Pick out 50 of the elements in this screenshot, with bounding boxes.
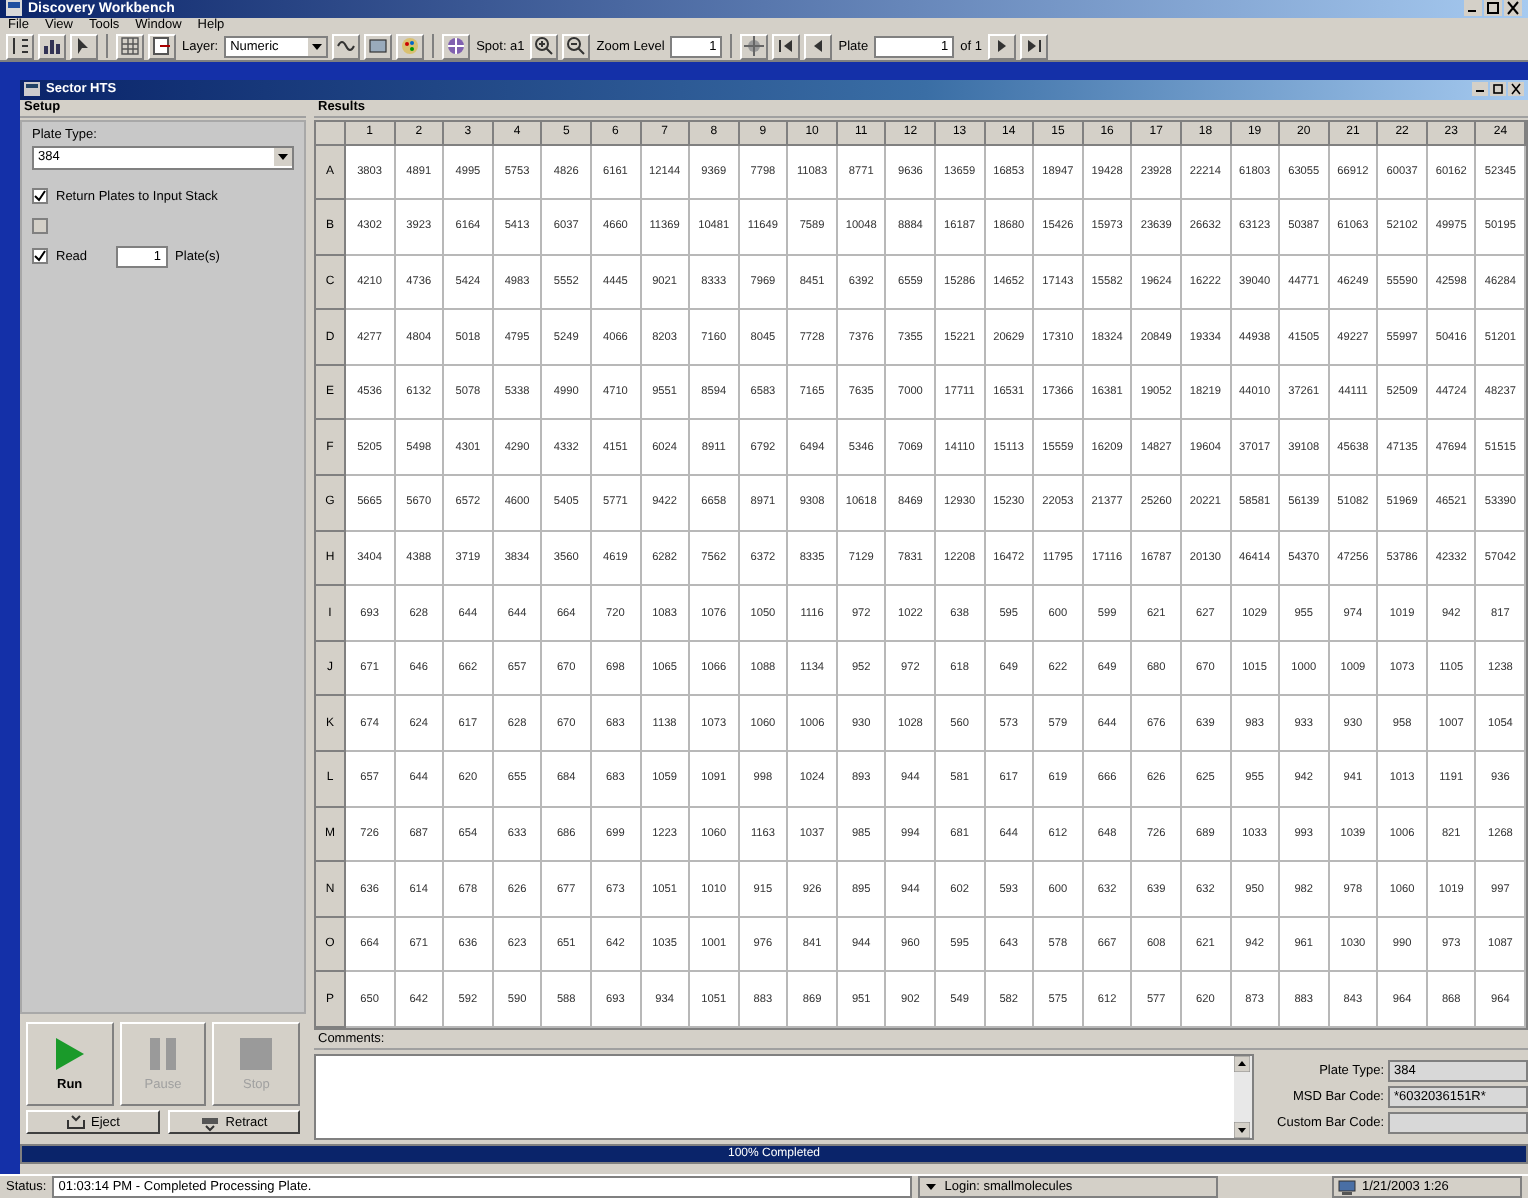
wave-icon bbox=[336, 36, 357, 56]
tray-icon bbox=[65, 1113, 86, 1131]
readonly-field[interactable] bbox=[1388, 1112, 1528, 1134]
play-icon bbox=[51, 1036, 88, 1072]
window-icon bbox=[24, 82, 40, 96]
zoom-out-button[interactable] bbox=[562, 33, 591, 59]
crosshair-button[interactable] bbox=[740, 33, 769, 59]
stop-icon bbox=[238, 1036, 275, 1072]
zoom-out-icon bbox=[566, 36, 587, 56]
first-page-button[interactable] bbox=[772, 33, 801, 59]
minimize-icon[interactable] bbox=[1464, 0, 1482, 17]
wave-button[interactable] bbox=[332, 33, 361, 59]
minimize-icon[interactable] bbox=[1472, 82, 1488, 96]
scrollbar[interactable] bbox=[1234, 1056, 1252, 1138]
scroll-up-icon bbox=[1234, 1056, 1250, 1072]
checkbox[interactable] bbox=[32, 248, 48, 264]
restore-icon[interactable] bbox=[1490, 82, 1506, 96]
grid-icon bbox=[120, 36, 140, 56]
zoom-in-button[interactable] bbox=[530, 33, 559, 59]
grid-button[interactable] bbox=[116, 33, 144, 59]
last-page-button[interactable] bbox=[1019, 33, 1048, 59]
palette-icon bbox=[400, 36, 421, 56]
check-icon bbox=[34, 190, 46, 202]
maximize-icon[interactable] bbox=[1484, 0, 1502, 17]
target-icon bbox=[446, 36, 467, 56]
last-page-icon bbox=[1023, 36, 1044, 56]
scroll-down-icon bbox=[1234, 1122, 1250, 1138]
comments-field[interactable] bbox=[314, 1054, 1254, 1140]
tray-icon bbox=[199, 1113, 220, 1131]
zoom-in-icon bbox=[534, 36, 555, 56]
checkbox[interactable] bbox=[32, 188, 48, 204]
check-icon bbox=[34, 250, 46, 262]
previous-button[interactable] bbox=[804, 33, 833, 59]
table-icon bbox=[368, 36, 389, 56]
palette-button[interactable] bbox=[396, 33, 425, 59]
close-icon[interactable] bbox=[1508, 82, 1524, 96]
cursor-button[interactable] bbox=[70, 33, 98, 59]
chart-button[interactable] bbox=[38, 33, 66, 59]
first-page-icon bbox=[776, 36, 797, 56]
pause-icon bbox=[145, 1036, 181, 1072]
computer-icon bbox=[1338, 1179, 1356, 1195]
chart-icon bbox=[42, 36, 62, 56]
app-icon bbox=[6, 0, 22, 17]
crosshair-icon bbox=[744, 36, 765, 56]
target-button[interactable] bbox=[442, 33, 471, 59]
close-icon[interactable] bbox=[1504, 0, 1522, 17]
dropdown-arrow-icon bbox=[924, 1180, 939, 1194]
dropdown-arrow-icon bbox=[274, 148, 292, 166]
next-button[interactable] bbox=[987, 33, 1016, 59]
table-button[interactable] bbox=[364, 33, 393, 59]
